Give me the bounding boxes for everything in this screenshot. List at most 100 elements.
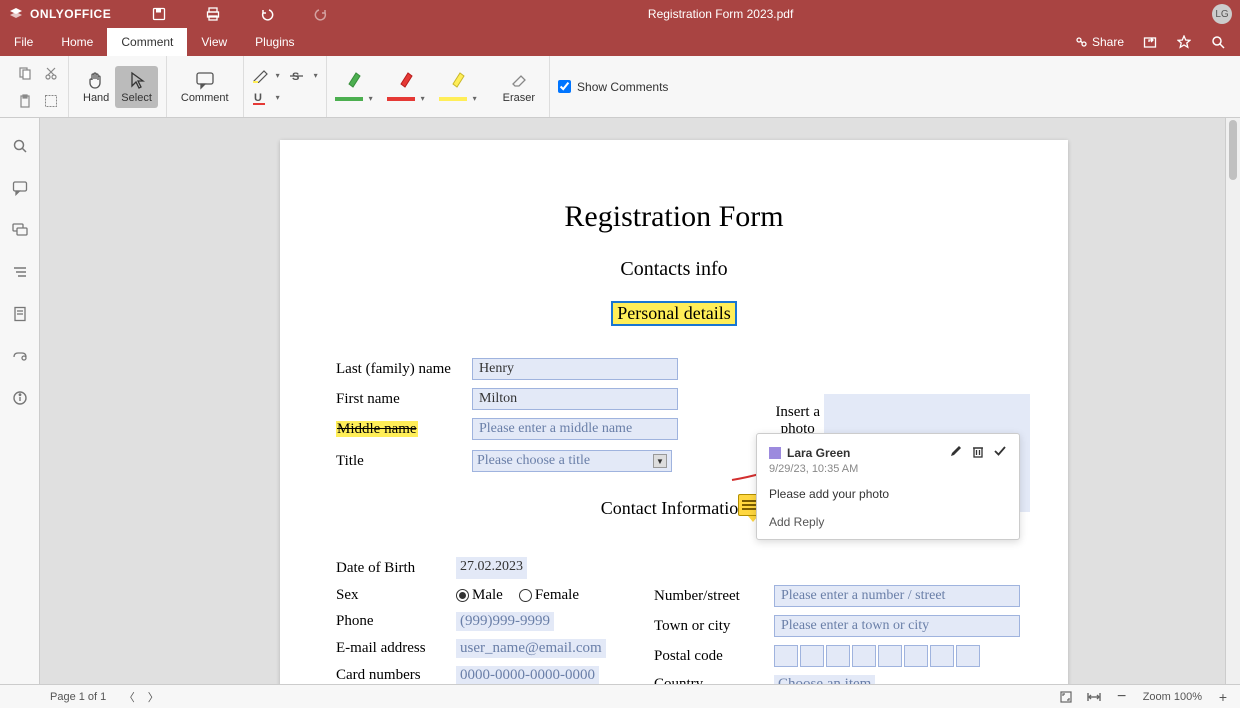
svg-text:S: S [292,71,299,83]
page-indicator: Page 1 of 1 [50,691,106,703]
navigation-icon[interactable] [10,262,30,282]
thumbnails-icon[interactable] [10,304,30,324]
label-town: Town or city [654,618,774,635]
input-phone[interactable]: (999)999-9999 [456,612,554,631]
paste-icon[interactable] [16,92,34,110]
menu-file[interactable]: File [0,28,47,56]
open-location-icon[interactable] [1142,34,1158,50]
comment-timestamp: 9/29/23, 10:35 AM [769,463,1007,475]
label-last-name: Last (family) name [336,361,472,378]
highlight-green[interactable]: ▾ [335,70,373,103]
label-title: Title [336,453,472,470]
input-first-name[interactable]: Milton [472,388,678,410]
comment-tool[interactable]: Comment [175,66,235,108]
chevron-down-icon[interactable]: ▾ [314,71,318,80]
comment-color-icon [769,447,781,459]
radio-female[interactable]: Female [519,587,579,604]
label-dob: Date of Birth [336,560,456,577]
zoom-out-icon[interactable]: − [1115,690,1129,704]
share-button[interactable]: Share [1074,35,1124,49]
favorite-icon[interactable] [1176,34,1192,50]
section-contact-information: Contact Information [601,498,747,519]
title-bar: ONLYOFFICE Registration Form 2023.pdf LG [0,0,1240,28]
edit-comment-icon[interactable] [949,444,963,461]
eraser-tool[interactable]: Eraser [497,66,541,108]
input-number-street[interactable]: Please enter a number / street [774,585,1020,607]
highlight-red[interactable]: ▾ [387,70,425,103]
redo-icon[interactable] [313,6,329,22]
find-icon[interactable] [10,136,30,156]
next-page-icon[interactable]: 〉 [146,690,160,704]
label-number-street: Number/street [654,588,774,605]
fit-width-icon[interactable] [1087,690,1101,704]
resolve-comment-icon[interactable] [993,444,1007,461]
fit-page-icon[interactable] [1059,690,1073,704]
about-icon[interactable] [10,388,30,408]
highlight-yellow[interactable]: ▾ [439,70,477,103]
section-personal-details: Personal details [611,301,736,326]
label-first-name: First name [336,391,472,408]
user-avatar[interactable]: LG [1212,4,1232,24]
label-sex: Sex [336,587,456,604]
cut-icon[interactable] [42,64,60,82]
left-sidebar [0,118,40,684]
vertical-scrollbar[interactable] [1225,118,1240,684]
label-card: Card numbers [336,667,456,684]
delete-comment-icon[interactable] [971,444,985,461]
app-logo: ONLYOFFICE [8,6,111,22]
strikeout-tool[interactable]: S ▾ [290,69,318,83]
svg-text:U: U [254,92,262,104]
search-icon[interactable] [1210,34,1226,50]
input-email[interactable]: user_name@email.com [456,639,606,658]
prev-page-icon[interactable]: 〈 [122,690,136,704]
chat-icon[interactable] [10,220,30,240]
document-title: Registration Form 2023.pdf [329,7,1112,21]
select-title[interactable]: Please choose a title ▼ [472,450,672,472]
doc-heading: Registration Form [328,200,1020,234]
feedback-icon[interactable] [10,346,30,366]
menu-home[interactable]: Home [47,28,107,56]
comment-author: Lara Green [787,446,850,460]
underline-tool[interactable]: U ▾ [252,91,280,105]
undo-icon[interactable] [259,6,275,22]
menu-plugins[interactable]: Plugins [241,28,308,56]
status-bar: Page 1 of 1 〈 〉 − Zoom 100% + [0,684,1240,708]
select-all-icon[interactable] [42,92,60,110]
highlight-tool[interactable]: ▾ [252,69,280,83]
chevron-down-icon[interactable]: ▼ [653,454,667,468]
show-comments-checkbox[interactable]: Show Comments [558,80,668,94]
input-middle-name[interactable]: Please enter a middle name [472,418,678,440]
input-town[interactable]: Please enter a town or city [774,615,1020,637]
hand-tool[interactable]: Hand [77,66,115,108]
menu-bar: File Home Comment View Plugins Share [0,28,1240,56]
input-postal[interactable] [774,645,980,667]
zoom-level[interactable]: Zoom 100% [1143,691,1202,703]
radio-male[interactable]: Male [456,587,503,604]
section-contacts-info: Contacts info [328,258,1020,281]
input-card[interactable]: 0000-0000-0000-0000 [456,666,599,684]
menu-comment[interactable]: Comment [107,28,187,56]
input-dob[interactable]: 27.02.2023 [456,557,527,579]
label-postal: Postal code [654,648,774,665]
save-icon[interactable] [151,6,167,22]
label-phone: Phone [336,613,456,630]
copy-icon[interactable] [16,64,34,82]
label-middle-name: Middle name [336,421,472,438]
comment-popup: Lara Green 9/29/23, 10:35 AM Please add … [756,433,1020,540]
label-country: Country [654,676,774,684]
select-country[interactable]: Choose an item [774,675,875,684]
chevron-down-icon[interactable]: ▾ [276,93,280,102]
menu-view[interactable]: View [187,28,241,56]
input-last-name[interactable]: Henry [472,358,678,380]
add-reply-link[interactable]: Add Reply [769,515,1007,529]
page: Registration Form Contacts info Personal… [280,140,1068,684]
select-tool[interactable]: Select [115,66,158,108]
chevron-down-icon[interactable]: ▾ [276,71,280,80]
comment-text: Please add your photo [769,487,1007,501]
comments-panel-icon[interactable] [10,178,30,198]
zoom-in-icon[interactable]: + [1216,690,1230,704]
document-viewport[interactable]: Registration Form Contacts info Personal… [40,118,1225,684]
print-icon[interactable] [205,6,221,22]
toolbar: Hand Select Comment ▾ U ▾ S ▾ [0,56,1240,118]
label-email: E-mail address [336,640,456,657]
